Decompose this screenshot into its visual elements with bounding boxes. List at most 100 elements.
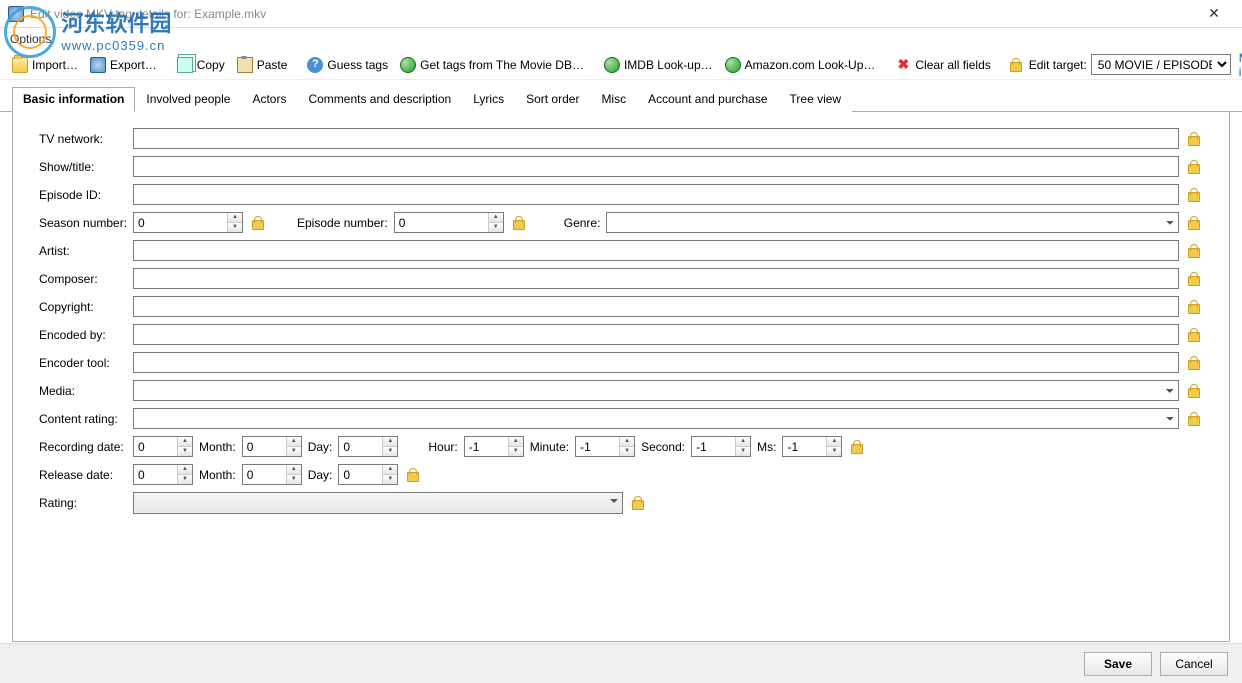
release-date-label: Release date:	[39, 468, 127, 482]
copyright-label: Copyright:	[39, 300, 127, 314]
lock-icon[interactable]	[1185, 188, 1203, 202]
artist-input[interactable]	[133, 240, 1179, 261]
globe-icon	[400, 57, 416, 73]
genre-label: Genre:	[564, 216, 601, 230]
content-rating-label: Content rating:	[39, 412, 127, 426]
tab-comments[interactable]: Comments and description	[297, 87, 462, 112]
lock-icon[interactable]	[510, 216, 528, 230]
rec-minute-input[interactable]: -1▲▼	[575, 436, 635, 457]
lock-icon[interactable]	[848, 440, 866, 454]
spin-up[interactable]: ▲	[489, 213, 503, 223]
season-number-label: Season number:	[39, 216, 127, 230]
tab-basic[interactable]: Basic information	[12, 87, 135, 112]
show-title-input[interactable]	[133, 156, 1179, 177]
content-rating-select[interactable]	[133, 408, 1179, 429]
genre-select[interactable]	[606, 212, 1179, 233]
rating-select[interactable]	[133, 492, 623, 514]
app-icon	[8, 6, 24, 22]
tab-sort[interactable]: Sort order	[515, 87, 590, 112]
more-info-link[interactable]: More info…	[1235, 51, 1242, 79]
media-select[interactable]	[133, 380, 1179, 401]
lock-icon[interactable]	[1185, 300, 1203, 314]
copy-button[interactable]: Copy	[173, 55, 229, 75]
composer-label: Composer:	[39, 272, 127, 286]
rel-month-input[interactable]: 0▲▼	[242, 464, 302, 485]
day-label: Day:	[308, 440, 333, 454]
lock-icon[interactable]	[404, 468, 422, 482]
composer-input[interactable]	[133, 268, 1179, 289]
tab-actors[interactable]: Actors	[241, 87, 297, 112]
export-button[interactable]: Export…	[86, 55, 161, 75]
moviedb-button[interactable]: Get tags from The Movie DB…	[396, 55, 588, 75]
rating-label: Rating:	[39, 496, 127, 510]
second-label: Second:	[641, 440, 685, 454]
rel-day-input[interactable]: 0▲▼	[338, 464, 398, 485]
spin-down[interactable]: ▼	[228, 223, 242, 232]
cancel-button[interactable]: Cancel	[1160, 652, 1228, 676]
artist-label: Artist:	[39, 244, 127, 258]
lock-icon[interactable]	[1007, 58, 1025, 72]
episode-number-label: Episode number:	[297, 216, 388, 230]
month-label: Month:	[199, 468, 236, 482]
lock-icon[interactable]	[249, 216, 267, 230]
folder-open-icon	[12, 57, 28, 73]
recording-date-label: Recording date:	[39, 440, 127, 454]
close-button[interactable]: ✕	[1194, 5, 1234, 22]
media-label: Media:	[39, 384, 127, 398]
rec-hour-input[interactable]: -1▲▼	[464, 436, 524, 457]
titlebar: Edit video MKV tag details for: Example.…	[0, 0, 1242, 28]
basic-panel: TV network: Show/title: Episode ID: Seas…	[12, 112, 1230, 642]
lock-icon[interactable]	[1185, 272, 1203, 286]
rec-month-input[interactable]: 0▲▼	[242, 436, 302, 457]
copyright-input[interactable]	[133, 296, 1179, 317]
paste-button[interactable]: Paste	[233, 55, 292, 75]
lock-icon[interactable]	[1185, 132, 1203, 146]
x-icon: ✖	[895, 57, 911, 73]
save-button[interactable]: Save	[1084, 652, 1152, 676]
lock-icon[interactable]	[1185, 160, 1203, 174]
imdb-button[interactable]: IMDB Look-up…	[600, 55, 717, 75]
paste-icon	[237, 57, 253, 73]
lock-icon[interactable]	[1185, 384, 1203, 398]
rec-second-input[interactable]: -1▲▼	[691, 436, 751, 457]
tab-misc[interactable]: Misc	[590, 87, 637, 112]
show-title-label: Show/title:	[39, 160, 127, 174]
tab-people[interactable]: Involved people	[135, 87, 241, 112]
encoder-tool-input[interactable]	[133, 352, 1179, 373]
encoded-by-input[interactable]	[133, 324, 1179, 345]
season-number-input[interactable]: 0▲▼	[133, 212, 243, 233]
tab-tree[interactable]: Tree view	[779, 87, 853, 112]
spin-down[interactable]: ▼	[489, 223, 503, 232]
encoder-tool-label: Encoder tool:	[39, 356, 127, 370]
episode-number-input[interactable]: 0▲▼	[394, 212, 504, 233]
rel-year-input[interactable]: 0▲▼	[133, 464, 193, 485]
lock-icon[interactable]	[1185, 328, 1203, 342]
tab-lyrics[interactable]: Lyrics	[462, 87, 515, 112]
amazon-button[interactable]: Amazon.com Look-Up…	[721, 55, 880, 75]
tab-account[interactable]: Account and purchase	[637, 87, 778, 112]
tab-bar: Basic information Involved people Actors…	[0, 80, 1242, 112]
lock-icon[interactable]	[629, 496, 647, 510]
lock-icon[interactable]	[1185, 356, 1203, 370]
lock-icon[interactable]	[1185, 244, 1203, 258]
import-button[interactable]: Import…	[8, 55, 82, 75]
clear-all-button[interactable]: ✖Clear all fields	[891, 55, 994, 75]
tv-network-input[interactable]	[133, 128, 1179, 149]
toolbar: Import… Export… Copy Paste ?Guess tags G…	[0, 50, 1242, 80]
spin-up[interactable]: ▲	[228, 213, 242, 223]
minute-label: Minute:	[530, 440, 569, 454]
day-label: Day:	[308, 468, 333, 482]
episode-id-label: Episode ID:	[39, 188, 127, 202]
window-title: Edit video MKV tag details for: Example.…	[30, 7, 266, 21]
footer: Save Cancel	[0, 643, 1242, 683]
lock-icon[interactable]	[1185, 216, 1203, 230]
rec-year-input[interactable]: 0▲▼	[133, 436, 193, 457]
guess-tags-button[interactable]: ?Guess tags	[303, 55, 392, 75]
help-icon: ?	[307, 57, 323, 73]
rec-day-input[interactable]: 0▲▼	[338, 436, 398, 457]
encoded-by-label: Encoded by:	[39, 328, 127, 342]
episode-id-input[interactable]	[133, 184, 1179, 205]
rec-ms-input[interactable]: -1▲▼	[782, 436, 842, 457]
edit-target-select[interactable]: 50 MOVIE / EPISODE	[1091, 54, 1231, 75]
lock-icon[interactable]	[1185, 412, 1203, 426]
